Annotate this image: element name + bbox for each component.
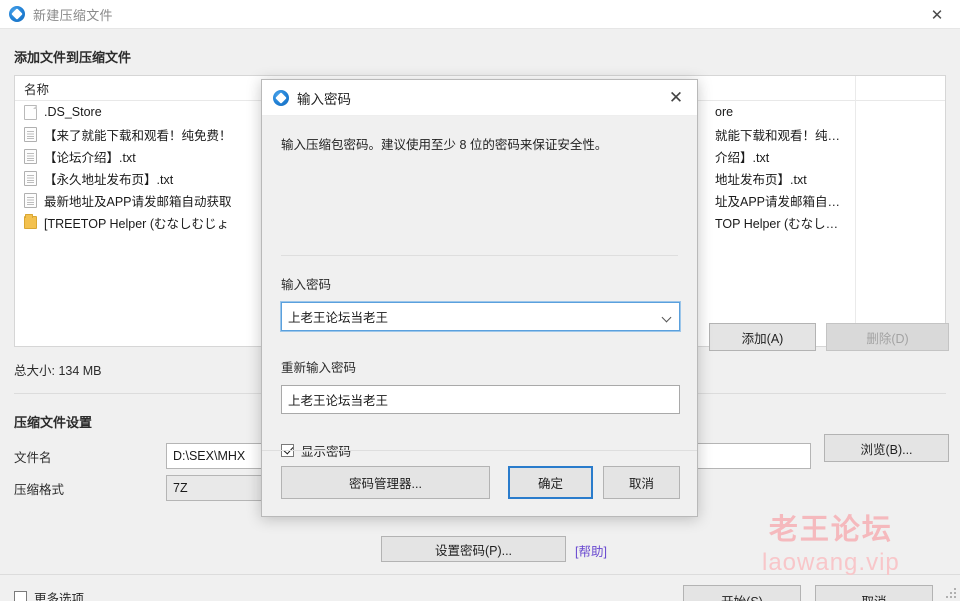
text-file-icon — [24, 148, 37, 164]
dialog-footer: 密码管理器... 确定 取消 — [262, 450, 697, 516]
bandizip-diamond-icon — [9, 6, 25, 22]
divider — [0, 574, 960, 575]
dialog-title: 输入密码 — [297, 91, 351, 107]
table-row[interactable]: 就能下载和观看！纯… — [715, 123, 945, 145]
dialog-cancel-button[interactable]: 取消 — [603, 466, 680, 499]
file-name-truncated: 就能下载和观看！纯… — [715, 128, 841, 143]
file-name-truncated: TOP Helper (むなし… — [715, 216, 839, 231]
password-confirm-label: 重新输入密码 — [281, 361, 357, 375]
divider — [281, 255, 678, 256]
help-link[interactable]: [帮助] — [575, 541, 607, 560]
password-label: 输入密码 — [281, 278, 332, 292]
text-file-icon — [24, 126, 37, 142]
password-manager-button[interactable]: 密码管理器... — [281, 466, 490, 499]
dialog-title-bar: 输入密码 ✕ — [262, 80, 697, 116]
dialog-body: 输入压缩包密码。建议使用至少 8 位的密码来保证安全性。 输入密码 上老王论坛当… — [262, 116, 697, 459]
file-name: [TREETOP Helper (むなしむじょ — [44, 216, 229, 231]
window-close-button[interactable]: ✕ — [914, 0, 960, 29]
more-options-checkbox[interactable]: 更多选项... — [14, 588, 94, 601]
delete-button: 删除(D) — [826, 323, 949, 351]
dialog-close-button[interactable]: ✕ — [655, 80, 697, 116]
bandizip-diamond-icon — [273, 89, 289, 106]
file-list-overflow-column: ore 就能下载和观看！纯… 介绍】.txt 地址发布页】.txt 址及APP请… — [715, 101, 945, 233]
file-name: 【来了就能下载和观看！纯免费！ — [44, 128, 232, 143]
browse-button[interactable]: 浏览(B)... — [824, 434, 949, 462]
chevron-down-icon[interactable] — [661, 312, 672, 323]
table-row[interactable]: ore — [715, 101, 945, 123]
add-files-section-title: 添加文件到压缩文件 — [14, 50, 132, 65]
format-label: 压缩格式 — [14, 482, 65, 497]
text-file-icon — [24, 192, 37, 208]
dialog-description: 输入压缩包密码。建议使用至少 8 位的密码来保证安全性。 — [281, 138, 608, 152]
resize-grip[interactable] — [945, 587, 956, 598]
table-row[interactable]: 介绍】.txt — [715, 145, 945, 167]
file-name: 【论坛介绍】.txt — [44, 150, 136, 165]
format-value: 7Z — [173, 481, 188, 495]
file-name-truncated: 地址发布页】.txt — [715, 172, 807, 187]
table-row[interactable]: TOP Helper (むなし… — [715, 211, 945, 233]
file-name-truncated: 介绍】.txt — [715, 150, 770, 165]
password-input[interactable]: 上老王论坛当老王 — [280, 301, 681, 332]
window-title-bar: 新建压缩文件 ✕ — [0, 0, 960, 29]
checkbox-box[interactable] — [14, 591, 27, 601]
window-title: 新建压缩文件 — [33, 7, 113, 23]
table-row[interactable]: 地址发布页】.txt — [715, 167, 945, 189]
password-confirm-input[interactable]: 上老王论坛当老王 — [281, 385, 680, 414]
column-header-name[interactable]: 名称 — [24, 79, 49, 98]
file-name: 【永久地址发布页】.txt — [44, 172, 174, 187]
set-password-button[interactable]: 设置密码(P)... — [381, 536, 566, 562]
filename-label: 文件名 — [14, 450, 52, 465]
start-button[interactable]: 开始(S) — [683, 585, 801, 601]
file-name-truncated: 址及APP请发邮箱自… — [715, 194, 841, 209]
file-name: 最新地址及APP请发邮箱自动获取 — [44, 194, 232, 209]
table-row[interactable]: 址及APP请发邮箱自… — [715, 189, 945, 211]
enter-password-dialog: 输入密码 ✕ 输入压缩包密码。建议使用至少 8 位的密码来保证安全性。 输入密码… — [261, 79, 698, 517]
add-button[interactable]: 添加(A) — [709, 323, 816, 351]
password-value: 上老王论坛当老王 — [288, 311, 389, 325]
text-file-icon — [24, 170, 37, 186]
file-name: .DS_Store — [44, 105, 102, 119]
more-options-label: 更多选项... — [34, 592, 95, 601]
cancel-button[interactable]: 取消 — [815, 585, 933, 601]
file-name-truncated: ore — [715, 105, 734, 119]
folder-icon — [24, 214, 37, 229]
file-icon — [24, 104, 37, 120]
ok-button[interactable]: 确定 — [508, 466, 593, 499]
